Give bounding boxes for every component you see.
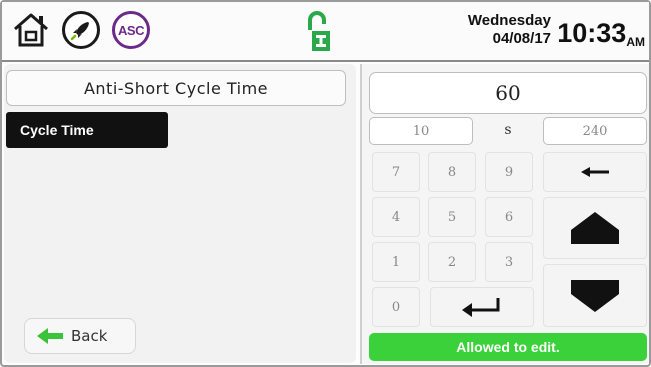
unit-label: s bbox=[504, 122, 512, 138]
date-label: 04/08/17 bbox=[492, 30, 551, 47]
backspace-button[interactable] bbox=[543, 152, 647, 192]
date-display: Wednesday 04/08/17 bbox=[468, 12, 551, 48]
arrow-left-icon bbox=[581, 167, 609, 177]
home-icon[interactable] bbox=[10, 9, 52, 51]
key-3[interactable]: 3 bbox=[485, 242, 533, 282]
key-2[interactable]: 2 bbox=[428, 242, 476, 282]
key-8[interactable]: 8 bbox=[428, 152, 476, 192]
clock: 10:33AM bbox=[557, 18, 645, 49]
key-0[interactable]: 0 bbox=[372, 287, 420, 327]
key-9[interactable]: 9 bbox=[485, 152, 533, 192]
header-bar: ASC Wednesday 04/08/17 10:33AM bbox=[2, 2, 649, 62]
max-value: 240 bbox=[543, 117, 647, 145]
enter-icon bbox=[462, 298, 500, 317]
enter-button[interactable] bbox=[430, 287, 534, 327]
day-label: Wednesday bbox=[467, 12, 551, 29]
back-arrow-icon bbox=[37, 328, 63, 344]
key-1[interactable]: 1 bbox=[372, 242, 420, 282]
ampm-label: AM bbox=[626, 35, 645, 49]
list-item-cycle-time[interactable]: Cycle Time bbox=[6, 112, 168, 148]
asc-icon[interactable]: ASC bbox=[110, 9, 152, 51]
triangle-up-icon bbox=[571, 212, 619, 244]
time-label: 10:33 bbox=[557, 18, 627, 48]
asc-label: ASC bbox=[112, 11, 150, 49]
back-label: Back bbox=[71, 327, 108, 345]
min-value: 10 bbox=[369, 117, 473, 145]
back-button[interactable]: Back bbox=[24, 318, 136, 354]
triangle-down-icon bbox=[571, 279, 619, 312]
rocket-icon[interactable] bbox=[60, 9, 102, 51]
list-item-label: Cycle Time bbox=[20, 122, 94, 138]
key-7[interactable]: 7 bbox=[372, 152, 420, 192]
increment-button[interactable] bbox=[543, 197, 647, 259]
key-6[interactable]: 6 bbox=[485, 197, 533, 237]
decrement-button[interactable] bbox=[543, 264, 647, 327]
lock-icon[interactable] bbox=[304, 10, 332, 54]
key-5[interactable]: 5 bbox=[428, 197, 476, 237]
edit-status-badge: Allowed to edit. bbox=[369, 333, 647, 361]
key-4[interactable]: 4 bbox=[372, 197, 420, 237]
value-field[interactable]: 60 bbox=[369, 72, 647, 114]
page-title: Anti-Short Cycle Time bbox=[6, 70, 346, 106]
